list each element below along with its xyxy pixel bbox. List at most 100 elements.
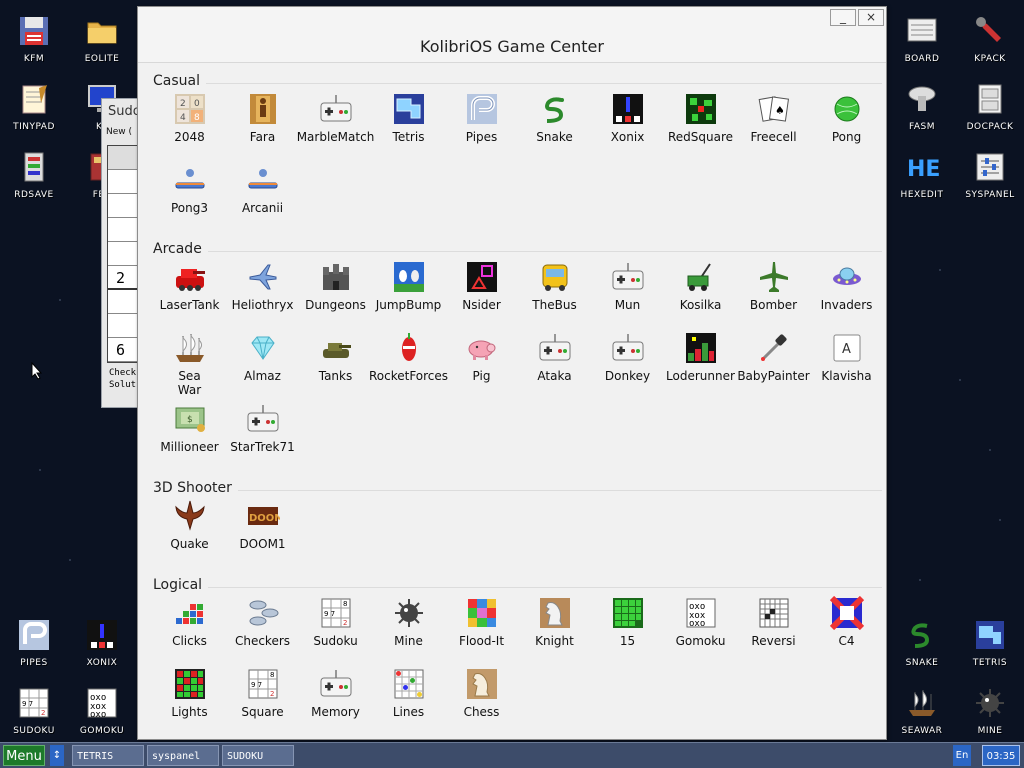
desktop-icon-hexedit[interactable]: HE HEXEDIT (888, 142, 956, 206)
game-lights[interactable]: Lights (153, 665, 226, 736)
game-babypainter[interactable]: BabyPainter (737, 329, 810, 400)
game-mun[interactable]: Mun (591, 258, 664, 329)
desktop-icon-tinypad[interactable]: TINYPAD (0, 74, 68, 138)
game-fara[interactable]: Fara (226, 90, 299, 161)
game-nsider[interactable]: Nsider (445, 258, 518, 329)
gamepad-icon (539, 334, 570, 361)
desktop-icon-mine[interactable]: MINE (956, 678, 1024, 742)
game-quake[interactable]: Quake (153, 497, 226, 568)
close-button[interactable]: × (858, 9, 884, 26)
game-redsquare[interactable]: RedSquare (664, 90, 737, 161)
desktop-icon-board[interactable]: BOARD (888, 6, 956, 70)
game-memory[interactable]: Memory (299, 665, 372, 736)
desktop-icon-xonix[interactable]: XONIX (68, 610, 136, 674)
desktop-icon-eolite[interactable]: EOLITE (68, 6, 136, 70)
snake-icon (911, 623, 930, 648)
svg-text:A: A (842, 342, 851, 357)
game-label: Tanks (318, 369, 353, 383)
game-dungeons[interactable]: Dungeons (299, 258, 372, 329)
game-clicks[interactable]: Clicks (153, 594, 226, 665)
desktop-icon-kpack[interactable]: KPACK (956, 6, 1024, 70)
game-donkey[interactable]: Donkey (591, 329, 664, 400)
game-thebus[interactable]: TheBus (518, 258, 591, 329)
game-chess[interactable]: Chess (445, 665, 518, 736)
game-square[interactable]: 9 7 8 2 Square (226, 665, 299, 736)
window-titlebar[interactable]: _ × KolibriOS Game Center (138, 7, 886, 63)
desktop-icon-pipes[interactable]: PIPES (0, 610, 68, 674)
sliders-icon (976, 153, 1004, 181)
game-2048[interactable]: 2 0 4 8 2048 (153, 90, 226, 161)
desktop-icon-docpack[interactable]: DOCPACK (956, 74, 1024, 138)
desktop-icon-label: EOLITE (84, 54, 120, 64)
game-pig[interactable]: Pig (445, 329, 518, 400)
game-almaz[interactable]: Almaz (226, 329, 299, 400)
game-heliothryx[interactable]: Heliothryx (226, 258, 299, 329)
game-checkers[interactable]: Checkers (226, 594, 299, 665)
minimize-button[interactable]: _ (830, 9, 856, 26)
game-snake[interactable]: Snake (518, 90, 591, 161)
desktop-icon-fasm[interactable]: FASM (888, 74, 956, 138)
pipette-icon (760, 334, 787, 361)
game-gomoku[interactable]: oxo xox oxo Gomoku (664, 594, 737, 665)
game-center-window[interactable]: _ × KolibriOS Game Center Casual 2 0 4 8 2048… (137, 6, 887, 740)
game-loderunner[interactable]: Loderunner (664, 329, 737, 400)
game-freecell[interactable]: ♠ Freecell (737, 90, 810, 161)
tank-icon (322, 343, 351, 358)
game-pong[interactable]: Pong (810, 90, 883, 161)
game-doom1[interactable]: DOOM DOOM1 (226, 497, 299, 568)
sudoku-check-label[interactable]: Check (109, 367, 136, 379)
menu-button[interactable]: Menu (3, 745, 45, 766)
task-button-tetris[interactable]: TETRIS (72, 745, 144, 766)
desktop-icon-seawar[interactable]: SEAWAR (888, 678, 956, 742)
task-button-syspanel[interactable]: syspanel (147, 745, 219, 766)
game-bomber[interactable]: Bomber (737, 258, 810, 329)
game-xonix[interactable]: Xonix (591, 90, 664, 161)
game-knight[interactable]: Knight (518, 594, 591, 665)
game-pipes[interactable]: Pipes (445, 90, 518, 161)
game-lines[interactable]: Lines (372, 665, 445, 736)
game-invaders[interactable]: Invaders (810, 258, 883, 329)
game-tetris[interactable]: Tetris (372, 90, 445, 161)
game-c4[interactable]: C4 (810, 594, 883, 665)
desktop-icon-sudoku[interactable]: 9 7 2 SUDOKU (0, 678, 68, 742)
desktop-icon-syspanel[interactable]: SYSPANEL (956, 142, 1024, 206)
desktop-icon-snake[interactable]: SNAKE (888, 610, 956, 674)
sudoku-menu[interactable]: New ( (106, 127, 132, 137)
tetris-icon (393, 94, 424, 124)
desktop-icon-kfm[interactable]: KFM (0, 6, 68, 70)
key-a-icon: A (833, 334, 860, 362)
game-lasertank[interactable]: LaserTank (153, 258, 226, 329)
game-pong3[interactable]: Pong3 (153, 161, 226, 232)
desktop-icon-rdsave[interactable]: RDSAVE (0, 142, 68, 206)
game-marblematch[interactable]: MarbleMatch (297, 90, 374, 161)
game-sea-war[interactable]: Sea War (153, 329, 226, 400)
cards-icon: ♠ (758, 96, 789, 122)
game-startrek71[interactable]: StarTrek71 (226, 400, 299, 471)
game-label: Clicks (172, 634, 207, 648)
redsquare-icon (685, 94, 716, 124)
game-mine[interactable]: Mine (372, 594, 445, 665)
desktop-icon-gomoku[interactable]: oxo xox oxo GOMOKU (68, 678, 136, 742)
sudoku-solution-label[interactable]: Solut (109, 379, 136, 391)
cabinet-icon (978, 84, 1002, 114)
game-reversi[interactable]: Reversi (737, 594, 810, 665)
game-millioneer[interactable]: $ Millioneer (153, 400, 226, 471)
desktop-icon-tetris[interactable]: TETRIS (956, 610, 1024, 674)
task-button-sudoku[interactable]: SUDOKU (222, 745, 294, 766)
language-indicator[interactable]: En (953, 745, 971, 766)
game-kosilka[interactable]: Kosilka (664, 258, 737, 329)
game-label: Xonix (610, 130, 645, 144)
game-sudoku[interactable]: 9 7 8 2 Sudoku (299, 594, 372, 665)
game-arcanii[interactable]: Arcanii (226, 161, 299, 232)
desktop-icon-label: SUDOKU (13, 726, 55, 736)
game-flood-it[interactable]: Flood-It (445, 594, 518, 665)
game-tanks[interactable]: Tanks (299, 329, 372, 400)
game-15[interactable]: 15 (591, 594, 664, 665)
svg-text:oxo: oxo (90, 710, 106, 720)
game-rocketforces[interactable]: RocketForces (369, 329, 448, 400)
switch-arrow-button[interactable]: ↕ (50, 745, 64, 766)
game-jumpbump[interactable]: JumpBump (372, 258, 445, 329)
game-klavisha[interactable]: A Klavisha (810, 329, 883, 400)
game-ataka[interactable]: Ataka (518, 329, 591, 400)
svg-text:4: 4 (180, 113, 186, 123)
